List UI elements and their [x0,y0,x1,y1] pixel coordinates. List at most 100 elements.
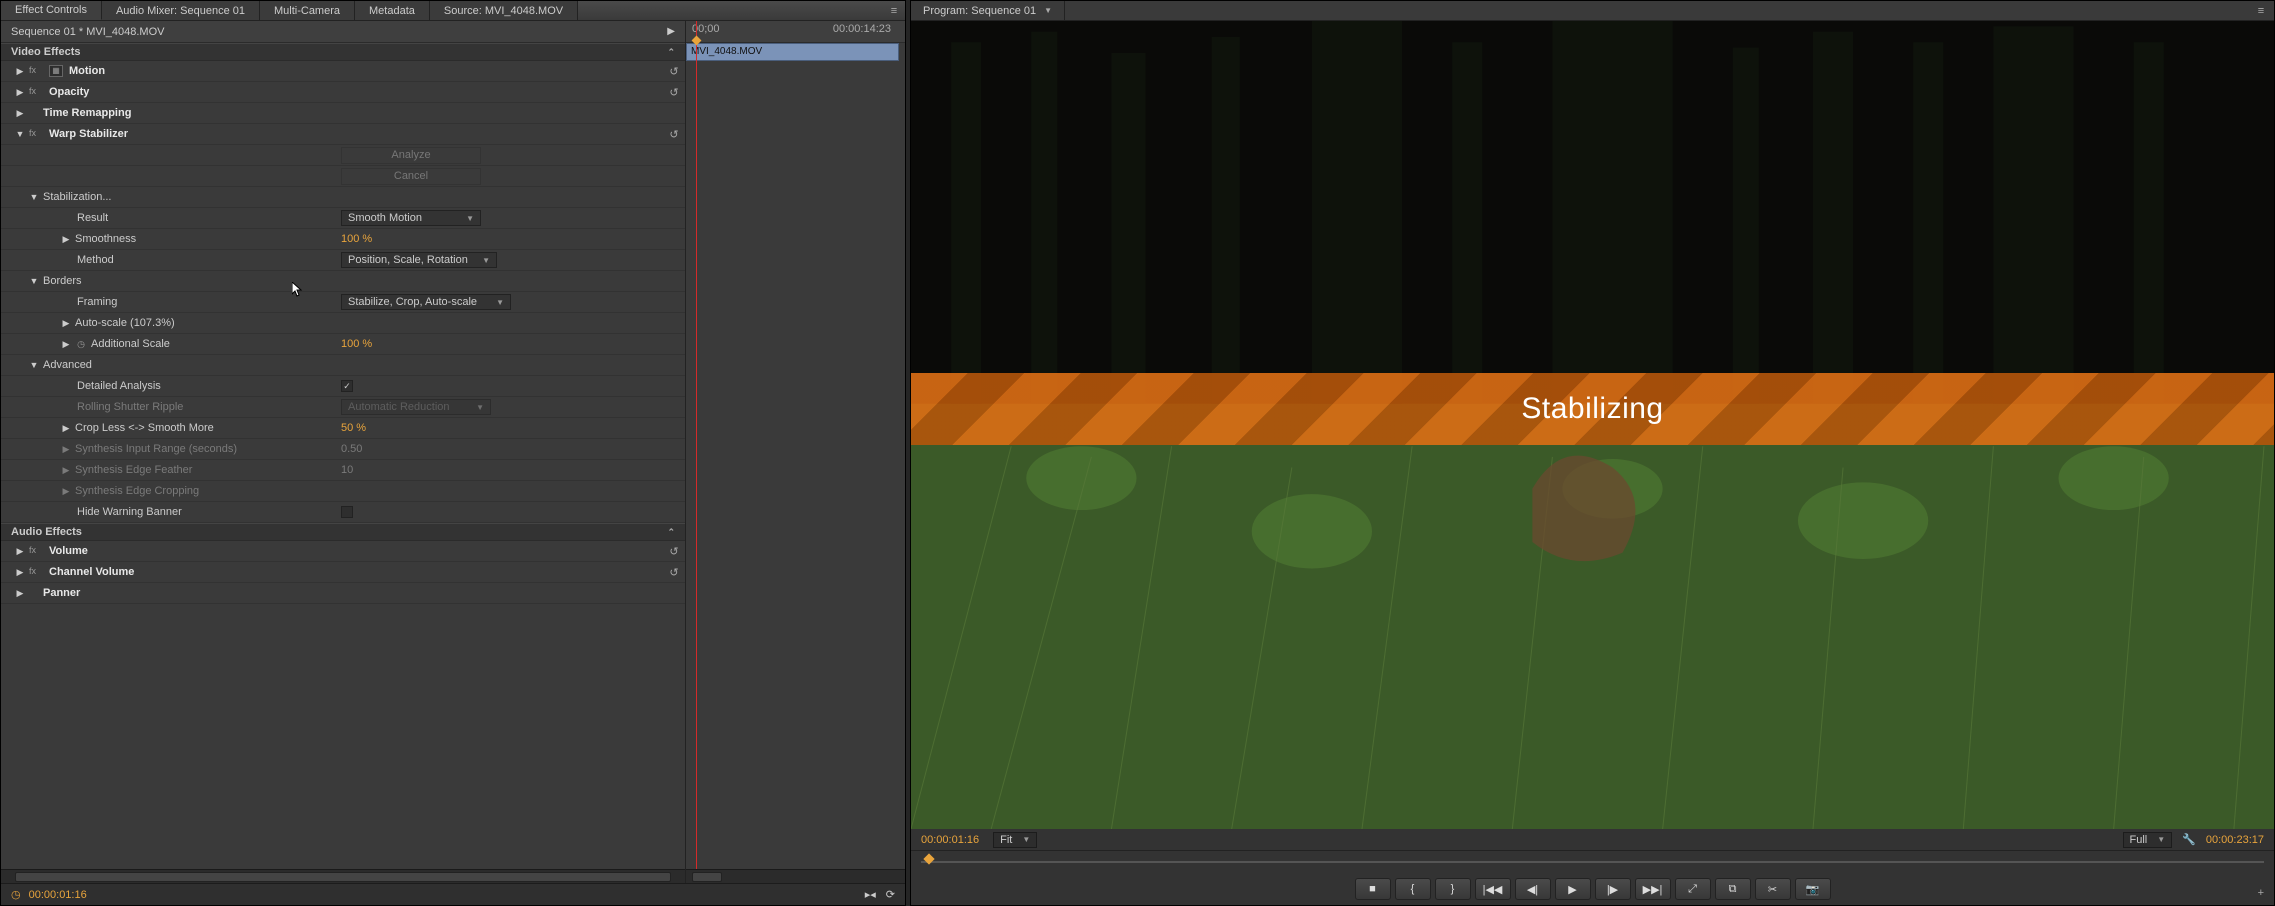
reset-icon[interactable]: ↺ [667,545,681,558]
fx-toggle-icon[interactable]: fx [29,86,43,98]
horizontal-scrollbar[interactable] [1,869,685,883]
add-transport-button-icon[interactable]: + [2258,887,2264,899]
effect-opacity[interactable]: fx Opacity ↺ [1,82,685,103]
effect-time-remapping[interactable]: Time Remapping [1,103,685,124]
mark-clip-button[interactable]: } [1435,878,1471,900]
result-dropdown[interactable]: Smooth Motion ▼ [341,210,481,226]
effect-volume[interactable]: fx Volume ↺ [1,541,685,562]
crop-smooth-value[interactable]: 50 % [341,422,366,434]
tab-metadata[interactable]: Metadata [355,1,430,20]
fx-toggle-icon[interactable]: fx [29,566,43,578]
horizontal-scrollbar[interactable] [686,869,905,883]
additional-scale-value[interactable]: 100 % [341,338,372,350]
tab-label: Effect Controls [15,4,87,16]
framing-dropdown[interactable]: Stabilize, Crop, Auto-scale ▼ [341,294,511,310]
twisty-icon[interactable] [15,546,25,557]
scrollbar-thumb[interactable] [15,872,671,882]
tab-source[interactable]: Source: MVI_4048.MOV [430,1,578,20]
program-timecode-left[interactable]: 00:00:01:16 [921,834,979,846]
tab-multi-camera[interactable]: Multi-Camera [260,1,355,20]
audio-effects-header[interactable]: Audio Effects ⌃ [1,523,685,541]
snapshot-button[interactable]: 📷 [1795,878,1831,900]
reset-icon[interactable]: ↺ [667,86,681,99]
twisty-icon[interactable] [61,423,71,434]
jump-to-playhead-icon[interactable]: ▶ [667,26,675,37]
mark-in-button[interactable]: ■ [1355,878,1391,900]
loop-icon[interactable]: ⟳ [886,888,895,901]
collapse-icon[interactable]: ⌃ [667,47,675,58]
go-to-out-button[interactable]: ▶▶| [1635,878,1671,900]
twisty-icon[interactable] [61,318,71,329]
lift-button[interactable]: ⤢ [1675,878,1711,900]
collapse-icon[interactable]: ⌃ [667,527,675,538]
scrub-track [921,861,2264,863]
param-label: Method [77,254,114,266]
synth-edge-feather-row: Synthesis Edge Feather 10 [1,460,685,481]
cancel-button[interactable]: Cancel [341,168,481,185]
reset-icon[interactable]: ↺ [667,65,681,78]
panel-menu-icon[interactable]: ≡ [2254,4,2268,18]
play-button[interactable]: ▶ [1555,878,1591,900]
analyze-button[interactable]: Analyze [341,147,481,164]
effect-panner[interactable]: Panner [1,583,685,604]
method-dropdown[interactable]: Position, Scale, Rotation ▼ [341,252,497,268]
twisty-icon[interactable] [15,129,25,139]
twisty-icon[interactable] [15,108,25,119]
extract-button[interactable]: ⧉ [1715,878,1751,900]
go-to-in-button[interactable]: |◀◀ [1475,878,1511,900]
export-frame-button[interactable]: ✂ [1755,878,1791,900]
twisty-icon[interactable] [15,567,25,578]
tab-audio-mixer[interactable]: Audio Mixer: Sequence 01 [102,1,260,20]
effect-motion[interactable]: fx ▦ Motion ↺ [1,61,685,82]
tab-effect-controls[interactable]: Effect Controls [1,1,102,20]
reset-icon[interactable]: ↺ [667,128,681,141]
analyze-row: Analyze [1,145,685,166]
stopwatch-icon[interactable]: ◷ [11,888,21,901]
twisty-icon[interactable] [15,87,25,98]
borders-group[interactable]: Borders [1,271,685,292]
zoom-toggle-icon[interactable]: ▸◂ [865,888,876,901]
twisty-icon[interactable] [29,192,39,202]
twisty-icon[interactable] [15,588,25,599]
fx-toggle-icon[interactable]: fx [29,65,43,77]
dropdown-value: Automatic Reduction [348,401,450,413]
mark-out-button[interactable]: { [1395,878,1431,900]
timecode-display[interactable]: 00:00:01:16 [29,889,87,901]
chevron-down-icon[interactable]: ▼ [1044,6,1052,15]
hide-banner-checkbox[interactable] [341,506,353,518]
fx-toggle-icon[interactable]: fx [29,128,43,140]
timeline-clip-bar[interactable]: MVI_4048.MOV [686,43,899,61]
twisty-icon[interactable] [61,234,71,245]
scrub-bar[interactable] [911,851,2274,873]
effect-mini-timeline[interactable]: 00;00 00:00:14:23 MVI_4048.MOV [686,21,905,883]
twisty-icon[interactable] [29,276,39,286]
effect-channel-volume[interactable]: fx Channel Volume ↺ [1,562,685,583]
quality-dropdown[interactable]: Full ▼ [2123,832,2173,848]
settings-wrench-icon[interactable]: 🔧 [2182,833,2196,846]
video-effects-header[interactable]: Video Effects ⌃ [1,43,685,61]
stabilizing-banner: Stabilizing [911,373,2274,445]
reset-icon[interactable]: ↺ [667,566,681,579]
group-label: Borders [43,275,82,287]
autoscale-row[interactable]: Auto-scale (107.3%) [1,313,685,334]
twisty-icon[interactable] [61,339,71,350]
zoom-fit-dropdown[interactable]: Fit ▼ [993,832,1037,848]
step-forward-button[interactable]: |▶ [1595,878,1631,900]
smoothness-value[interactable]: 100 % [341,233,372,245]
motion-badge-icon[interactable]: ▦ [49,65,63,77]
detailed-analysis-checkbox[interactable]: ✓ [341,380,353,392]
effect-controls-list: Sequence 01 * MVI_4048.MOV ▶ Video Effec… [1,21,686,883]
stopwatch-icon[interactable]: ◷ [75,339,87,350]
fx-toggle-icon[interactable]: fx [29,545,43,557]
panel-menu-icon[interactable]: ≡ [887,4,901,18]
stabilization-group[interactable]: Stabilization... [1,187,685,208]
advanced-group[interactable]: Advanced [1,355,685,376]
tab-program[interactable]: Program: Sequence 01 ▼ [911,1,1065,20]
effect-warp-stabilizer[interactable]: fx Warp Stabilizer ↺ [1,124,685,145]
time-ruler[interactable]: 00;00 00:00:14:23 [686,21,905,43]
playhead-indicator[interactable] [696,21,697,883]
scrollbar-thumb[interactable] [692,872,722,882]
twisty-icon[interactable] [29,360,39,370]
twisty-icon[interactable] [15,66,25,77]
step-back-button[interactable]: ◀| [1515,878,1551,900]
